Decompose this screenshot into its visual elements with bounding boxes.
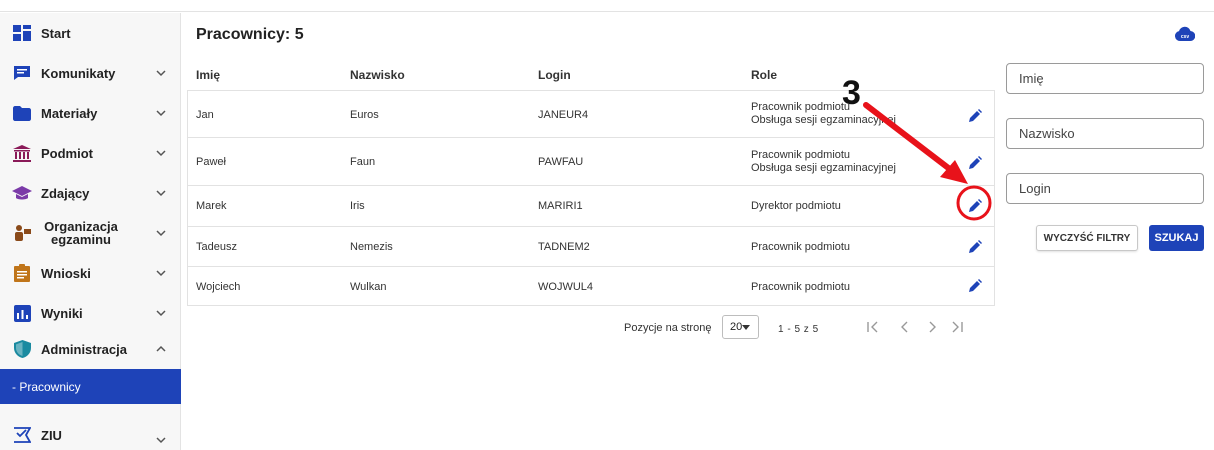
svg-text:csv: csv [1181,34,1190,40]
cell-last-name: Iris [350,200,365,212]
cell-first-name: Tadeusz [196,241,237,253]
cell-first-name: Marek [196,200,227,212]
cell-last-name: Nemezis [350,241,393,253]
table-row[interactable]: Wojciech Wulkan WOJWUL4 Pracownik podmio… [188,267,994,305]
cell-role: Pracownik podmiotu [751,149,851,161]
graduation-cap-icon [12,183,32,203]
chevron-up-icon [156,345,166,352]
cell-login: TADNEM2 [538,241,590,253]
chevron-down-icon [156,190,166,197]
dashboard-icon [12,23,32,43]
edit-pencil-icon[interactable] [968,109,982,123]
previous-page-icon[interactable] [898,320,912,334]
sidebar-item-label: Komunikaty [41,65,116,81]
sidebar-item-label: ZIU [41,427,62,443]
annotation-step-number: 3 [842,74,861,112]
sidebar-item-komunikaty[interactable]: Komunikaty [0,53,181,93]
cell-role: Pracownik podmiotu [751,101,851,113]
chevron-down-icon [156,150,166,157]
chevron-down-icon [156,310,166,317]
institution-icon [12,143,32,163]
cell-last-name: Wulkan [350,281,387,293]
cell-role: Obsługa sesji egzaminacyjnej [751,114,896,126]
edit-pencil-icon[interactable] [968,199,982,213]
edit-pencil-icon[interactable] [968,240,982,254]
cell-role: Obsługa sesji egzaminacyjnej [751,162,896,174]
sidebar-item-label: Zdający [41,185,90,201]
sidebar: Start Komunikaty Materiały Podmiot Zdają… [0,13,181,450]
edit-pencil-icon[interactable] [968,279,982,293]
sidebar-item-podmiot[interactable]: Podmiot [0,133,181,173]
chevron-down-icon [156,70,166,77]
page-title: Pracownicy: 5 [196,26,304,43]
pagination-range: 1 - 5 z 5 [778,324,819,335]
per-page-label: Pozycje na stronę [624,322,712,334]
chevron-down-icon [156,110,166,117]
first-page-icon[interactable] [866,320,880,334]
sidebar-item-label: Podmiot [41,145,93,161]
folder-icon [12,103,32,123]
bar-chart-icon [12,303,32,323]
cell-first-name: Jan [196,109,214,121]
first-name-filter-input[interactable] [1006,63,1204,94]
sidebar-item-administracja[interactable]: Administracja [0,329,181,369]
sidebar-item-wnioski[interactable]: Wnioski [0,253,181,293]
cell-first-name: Wojciech [196,281,241,293]
login-filter-input[interactable] [1006,173,1204,204]
caret-down-icon [742,325,750,330]
table-row[interactable]: Paweł Faun PAWFAU Pracownik podmiotu Obs… [188,138,994,186]
sidebar-item-materialy[interactable]: Materiały [0,93,181,133]
edit-pencil-icon[interactable] [968,156,982,170]
column-header-first-name[interactable]: Imię [196,68,220,82]
chevron-down-icon [156,437,166,443]
sidebar-item-label: Wyniki [41,305,83,321]
cell-login: MARIRI1 [538,200,583,212]
search-button[interactable]: SZUKAJ [1149,225,1204,251]
cell-first-name: Paweł [196,156,226,168]
last-page-icon[interactable] [950,320,964,334]
table-row[interactable]: Marek Iris MARIRI1 Dyrektor podmiotu [188,186,994,227]
sidebar-item-label: Organizacja egzaminu [44,219,118,247]
presenter-icon [12,223,32,243]
sidebar-item-wyniki[interactable]: Wyniki [0,293,181,333]
table-row[interactable]: Tadeusz Nemezis TADNEM2 Pracownik podmio… [188,227,994,267]
ziu-icon [12,425,32,445]
cell-role: Pracownik podmiotu [751,241,851,253]
sidebar-item-label: Materiały [41,105,98,121]
shield-icon [12,339,32,359]
employees-table: Jan Euros JANEUR4 Pracownik podmiotu Obs… [187,90,995,306]
column-header-last-name[interactable]: Nazwisko [350,68,405,82]
chevron-down-icon [156,230,166,237]
sidebar-item-ziu[interactable]: ZIU [0,415,181,450]
sidebar-subitem-pracownicy[interactable]: - Pracownicy [0,369,181,404]
sidebar-item-zdajacy[interactable]: Zdający [0,173,181,213]
chevron-down-icon [156,270,166,277]
clipboard-icon [12,263,32,283]
cell-last-name: Faun [350,156,376,168]
column-header-roles[interactable]: Role [751,68,777,82]
sidebar-item-organizacja-egzaminu[interactable]: Organizacja egzaminu [0,213,181,253]
sidebar-item-label: Administracja [41,341,127,357]
sidebar-item-start[interactable]: Start [0,13,181,53]
column-header-login[interactable]: Login [538,68,571,82]
last-name-filter-input[interactable] [1006,118,1204,149]
cell-role: Dyrektor podmiotu [751,200,841,212]
per-page-select[interactable]: 20 [722,315,759,339]
csv-download-icon[interactable]: csv [1175,26,1195,42]
cell-login: WOJWUL4 [538,281,593,293]
message-icon [12,63,32,83]
cell-last-name: Euros [350,109,379,121]
sidebar-item-label: Start [41,25,71,41]
clear-filters-button[interactable]: WYCZYŚĆ FILTRY [1036,225,1138,251]
sidebar-item-label: Wnioski [41,265,91,281]
next-page-icon[interactable] [925,320,939,334]
top-bar [0,0,1214,12]
table-row[interactable]: Jan Euros JANEUR4 Pracownik podmiotu Obs… [188,91,994,138]
cell-role: Pracownik podmiotu [751,281,851,293]
cell-login: JANEUR4 [538,109,589,121]
cell-login: PAWFAU [538,156,584,168]
